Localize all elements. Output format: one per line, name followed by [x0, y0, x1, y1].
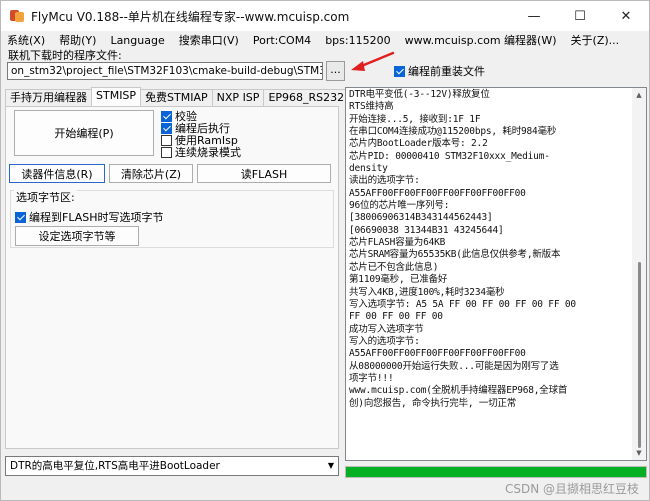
tab-handheld-programmer[interactable]: 手持万用编程器	[5, 89, 92, 106]
window-controls: — ☐ ✕	[511, 1, 649, 31]
log-line: DTR电平变低(-3--12V)释放复位	[349, 89, 490, 100]
scroll-up-icon[interactable]: ▲	[632, 88, 646, 102]
close-button[interactable]: ✕	[603, 1, 649, 31]
tab-stmisp[interactable]: STMISP	[91, 87, 142, 106]
log-line: [38006906314B343144562443]	[349, 212, 493, 224]
menu-about[interactable]: 关于(Z)...	[571, 32, 620, 48]
log-line: 开始连接...5, 接收到:1F 1F	[349, 113, 481, 125]
stmisp-panel: 开始编程(P) 校验 编程后执行 使用RamIsp 连续烧录模式 读器件信息(R…	[5, 106, 339, 449]
log-line: 从08000000开始运行失败...可能是因为刚写了选	[349, 360, 559, 372]
reload-before-program-checkbox[interactable]: 编程前重装文件	[394, 63, 485, 79]
red-arrow-annotation	[351, 51, 395, 71]
log-line: 写入选项字节: A5 5A FF 00 FF 00 FF 00 FF 00	[349, 298, 576, 310]
log-lines: DTR电平变低(-3--12V)释放复位 RTS维持高 开始连接...5, 接收到:…	[349, 89, 631, 410]
log-line: A55AFF00FF00FF00FF00FF00FF00FF00	[349, 348, 526, 360]
csdn-watermark: CSDN @且撷相思红豆枝	[504, 482, 639, 496]
scroll-thumb[interactable]	[638, 262, 641, 448]
log-line: 芯片内BootLoader版本号: 2.2	[349, 138, 488, 150]
use-ramisp-checkbox-box[interactable]	[161, 134, 172, 146]
erase-chip-button[interactable]: 清除芯片(Z)	[109, 164, 193, 183]
log-line: www.mcuisp.com(全脱机手持编程器EP968,全球首	[349, 385, 568, 397]
log-line: 第1109毫秒, 已准备好	[349, 274, 448, 286]
tab-ep968-rs232[interactable]: EP968_RS232	[263, 89, 350, 106]
progress-fill	[346, 467, 646, 477]
log-line: 共写入4KB,进度100%,耗时3234毫秒	[349, 286, 505, 298]
log-line: density	[349, 163, 388, 175]
reload-checkbox-label: 编程前重装文件	[408, 65, 485, 78]
log-line: 在串口COM4连接成功@115200bps, 耗时984毫秒	[349, 126, 557, 138]
menu-help[interactable]: 帮助(Y)	[59, 32, 96, 48]
chevron-down-icon[interactable]: ▼	[328, 457, 334, 475]
program-file-label: 联机下载时的程序文件:	[8, 49, 122, 62]
log-line: FF 00 FF 00 FF 00	[349, 311, 443, 323]
menu-port[interactable]: Port:COM4	[253, 34, 311, 47]
menu-search-port[interactable]: 搜索串口(V)	[179, 32, 239, 48]
write-option-checkbox-box[interactable]	[15, 211, 26, 223]
browse-file-button[interactable]: ...	[326, 61, 345, 81]
flymcu-app-icon	[9, 8, 25, 24]
menu-system[interactable]: 系统(X)	[7, 32, 45, 48]
maximize-button[interactable]: ☐	[557, 1, 603, 31]
log-line: 芯片PID: 00000410 STM32F10xxx_Medium-	[349, 150, 550, 162]
flymcu-window: FlyMcu V0.188--单片机在线编程专家--www.mcuisp.com…	[0, 0, 650, 501]
log-line: 芯片已不包含此信息)	[349, 261, 439, 273]
log-line: 创)向您报告, 命令执行完毕, 一切正常	[349, 397, 517, 409]
program-file-input[interactable]: on_stm32\project_file\STM32F103\cmake-bu…	[7, 62, 323, 80]
option-bytes-title: 选项字节区:	[14, 189, 77, 205]
tab-free-stmiap[interactable]: 免费STMIAP	[140, 89, 213, 106]
write-option-label: 编程到FLASH时写选项字节	[29, 211, 164, 224]
log-output[interactable]: DTR电平变低(-3--12V)释放复位 RTS维持高 开始连接...5, 接收到:…	[345, 87, 647, 461]
start-programming-button[interactable]: 开始编程(P)	[14, 110, 154, 156]
log-line: 96位的芯片唯一序列号:	[349, 200, 450, 212]
menu-language[interactable]: Language	[110, 34, 164, 47]
title-bar: FlyMcu V0.188--单片机在线编程专家--www.mcuisp.com…	[1, 1, 649, 31]
log-scrollbar[interactable]: ▲ ▼	[632, 88, 646, 460]
menu-baudrate[interactable]: bps:115200	[325, 34, 390, 47]
log-line: 项字节!!!	[349, 372, 394, 384]
minimize-icon: —	[527, 8, 541, 24]
progress-bar	[345, 466, 647, 478]
option-bytes-group: 选项字节区: 编程到FLASH时写选项字节 设定选项字节等	[10, 189, 334, 248]
log-line: 写入的选项字节:	[349, 335, 420, 347]
menu-programmer[interactable]: www.mcuisp.com 编程器(W)	[405, 32, 557, 48]
write-option-bytes-checkbox[interactable]: 编程到FLASH时写选项字节	[15, 209, 164, 225]
reset-mode-select[interactable]: DTR的高电平复位,RTS高电平进BootLoader ▼	[5, 456, 339, 476]
run-after-checkbox-box[interactable]	[161, 122, 172, 134]
tab-strip: 手持万用编程器 STMISP 免费STMIAP NXP ISP EP968_RS…	[5, 87, 350, 106]
read-device-info-button[interactable]: 读器件信息(R)	[9, 164, 105, 183]
reload-checkbox-box[interactable]	[394, 65, 405, 77]
reset-mode-value: DTR的高电平复位,RTS高电平进BootLoader	[10, 460, 220, 472]
log-line: 芯片FLASH容量为64KB	[349, 237, 446, 249]
read-flash-button[interactable]: 读FLASH	[197, 164, 331, 183]
log-line: A55AFF00FF00FF00FF00FF00FF00FF00	[349, 187, 526, 199]
log-line: 成功写入选项字节	[349, 323, 424, 335]
maximize-icon: ☐	[574, 8, 586, 24]
minimize-button[interactable]: —	[511, 1, 557, 31]
window-title: FlyMcu V0.188--单片机在线编程专家--www.mcuisp.com	[31, 9, 350, 24]
log-line: 读出的选项字节:	[349, 175, 420, 187]
log-line: [06690038 31344B31 43245644]	[349, 224, 504, 236]
continuous-checkbox-box[interactable]	[161, 146, 172, 158]
tab-nxp-isp[interactable]: NXP ISP	[211, 89, 265, 106]
verify-checkbox-box[interactable]	[161, 110, 172, 122]
continuous-burn-checkbox[interactable]: 连续烧录模式	[161, 146, 241, 159]
close-icon: ✕	[620, 8, 632, 24]
scroll-down-icon[interactable]: ▼	[632, 446, 646, 460]
set-option-bytes-button[interactable]: 设定选项字节等	[15, 226, 139, 246]
log-line: 芯片SRAM容量为65535KB(此信息仅供参考,新版本	[349, 249, 561, 261]
log-line: RTS维持高	[349, 101, 394, 113]
program-options: 校验 编程后执行 使用RamIsp 连续烧录模式	[161, 110, 241, 159]
continuous-label: 连续烧录模式	[175, 146, 241, 159]
